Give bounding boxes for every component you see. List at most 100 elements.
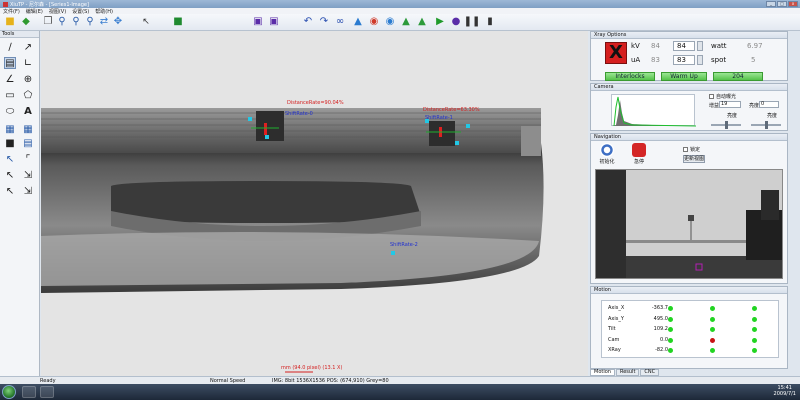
corner-tool-icon[interactable]: ⌜ bbox=[22, 153, 34, 165]
shift-label-right: ShiftRate-1 bbox=[425, 115, 453, 121]
select-resize-tool-icon[interactable]: ↖ bbox=[4, 185, 16, 197]
axis-name: Tilt bbox=[608, 326, 616, 332]
shift-label-left: ShiftRate-0 bbox=[285, 111, 313, 117]
pan-icon[interactable]: ⇄ bbox=[98, 16, 110, 28]
xray-options-panel: Xray Options X kV 84 84 watt 6.97 uA 83 … bbox=[590, 31, 788, 81]
motion-axes-table: Axis_X -363.7 Axis_Y 495.0 Tilt 109.2 Cam 0.0 XR… bbox=[601, 300, 779, 358]
xray-off-button[interactable]: X bbox=[605, 42, 627, 64]
mountain-icon[interactable]: ▲ bbox=[352, 16, 364, 28]
layer-tool-icon[interactable]: ▦ bbox=[22, 123, 34, 135]
record-icon[interactable]: ■ bbox=[172, 16, 184, 28]
maximize-button[interactable]: □ bbox=[777, 1, 787, 7]
contrast-label: 亮度 bbox=[727, 113, 738, 119]
taskbar-app-explorer[interactable] bbox=[40, 386, 54, 398]
zoom-in-icon[interactable]: ⚲ bbox=[56, 16, 68, 28]
navigation-camera-view[interactable] bbox=[595, 169, 783, 279]
polygon-tool-icon[interactable]: ⬠ bbox=[22, 89, 34, 101]
contrast-slider[interactable] bbox=[711, 121, 741, 129]
undo-icon[interactable]: ↶ bbox=[302, 16, 314, 28]
arrow-line-tool-icon[interactable]: ↗ bbox=[22, 41, 34, 53]
camera-icon[interactable]: ▣ bbox=[268, 16, 280, 28]
open-folder-icon[interactable]: ■ bbox=[4, 16, 16, 28]
camera-panel: Camera 自动曝光 增益 19 亮度 0 亮度 亮度 bbox=[590, 83, 788, 131]
system-clock[interactable]: 15:41 2009/7/1 bbox=[774, 385, 796, 397]
tools-title: Tools bbox=[0, 31, 39, 38]
adjust-icon[interactable]: ▲ bbox=[400, 16, 412, 28]
axis-status-indicator bbox=[668, 348, 673, 353]
terrain-icon[interactable]: ▲ bbox=[416, 16, 428, 28]
transform-tool-icon[interactable]: ⇲ bbox=[22, 169, 34, 181]
select-move-tool-icon[interactable]: ↖ bbox=[4, 169, 16, 181]
close-window-button[interactable]: x bbox=[788, 1, 798, 7]
zoom-fit-icon[interactable]: ⚲ bbox=[84, 16, 96, 28]
caliper-tool-icon[interactable]: ▤ bbox=[4, 57, 16, 69]
axis-value: 495.0 bbox=[653, 315, 668, 322]
motion-title: Motion bbox=[591, 287, 787, 294]
fill-tool-icon[interactable]: ■ bbox=[4, 137, 16, 149]
interlocks-button[interactable]: Interlocks bbox=[605, 72, 655, 81]
start-button[interactable] bbox=[2, 385, 16, 399]
gain-select[interactable]: 19 bbox=[719, 101, 741, 108]
ua-input[interactable]: 83 bbox=[673, 55, 695, 65]
tab-cnc[interactable]: CNC bbox=[640, 369, 660, 376]
auto-exposure-checkbox[interactable]: 自动曝光 bbox=[709, 93, 736, 100]
axis-name: Axis_X bbox=[608, 305, 625, 311]
tab-motion[interactable]: Motion bbox=[590, 369, 615, 376]
refresh-icon bbox=[600, 143, 614, 157]
axis-status-indicator bbox=[752, 337, 757, 343]
stop-record-icon[interactable]: ● bbox=[450, 16, 462, 28]
brightness-label: 亮度 bbox=[749, 103, 760, 109]
link-icon[interactable]: ∞ bbox=[334, 16, 346, 28]
home-button[interactable]: 初始化 bbox=[595, 143, 619, 165]
kv-label: kV bbox=[631, 42, 640, 50]
palette-icon[interactable]: ◉ bbox=[368, 16, 380, 28]
taskbar-app-ie[interactable] bbox=[22, 386, 36, 398]
lock-checkbox[interactable]: 锁定 bbox=[683, 146, 700, 153]
align-tool-icon[interactable]: ▦ bbox=[4, 123, 16, 135]
angle-tool-icon[interactable]: ∟ bbox=[22, 57, 34, 69]
emergency-stop-button[interactable]: 急停 bbox=[627, 143, 651, 165]
pointer-icon[interactable]: ↖ bbox=[140, 16, 152, 28]
line-tool-icon[interactable]: ∕ bbox=[4, 41, 16, 53]
camera-title: Camera bbox=[591, 84, 787, 91]
warm-up-button[interactable]: Warm Up bbox=[661, 72, 707, 81]
home-label: 初始化 bbox=[599, 159, 615, 165]
ua-spinner[interactable] bbox=[697, 55, 703, 65]
minimize-button[interactable]: _ bbox=[766, 1, 776, 7]
stack-tool-icon[interactable]: ▤ bbox=[22, 137, 34, 149]
update-view-button[interactable]: 更新视图 bbox=[683, 155, 705, 163]
panel-tabs: Motion Result CNC bbox=[590, 369, 788, 376]
move-icon[interactable]: ✥ bbox=[112, 16, 124, 28]
text-tool-icon[interactable]: A bbox=[22, 105, 34, 117]
pause-icon[interactable]: ❚❚ bbox=[464, 16, 481, 28]
save-icon[interactable]: ◆ bbox=[20, 16, 32, 28]
kv-spinner[interactable] bbox=[697, 41, 703, 51]
snapshot-icon[interactable]: ▣ bbox=[252, 16, 264, 28]
ellipse-tool-icon[interactable]: ⬭ bbox=[4, 105, 16, 117]
rectangle-tool-icon[interactable]: ▭ bbox=[4, 89, 16, 101]
axis-status-indicator bbox=[668, 316, 673, 322]
axis-name: Cam bbox=[608, 336, 620, 343]
play-icon[interactable]: ▶ bbox=[434, 16, 446, 28]
xray-image-viewport[interactable]: DistanceRate=90.04% DistanceRate=63.30% … bbox=[41, 31, 588, 376]
tab-result[interactable]: Result bbox=[615, 369, 640, 376]
polyline-tool-icon[interactable]: ∠ bbox=[4, 73, 16, 85]
zoom-out-icon[interactable]: ⚲ bbox=[70, 16, 82, 28]
axis-status-indicator bbox=[668, 306, 673, 311]
axis-status-indicator bbox=[710, 327, 715, 332]
brightness-select[interactable]: 0 bbox=[759, 101, 779, 108]
globe-icon[interactable]: ◉ bbox=[384, 16, 396, 28]
crosshair-tool-icon[interactable]: ⊕ bbox=[22, 73, 34, 85]
axis-status-indicator bbox=[668, 337, 673, 343]
redo-icon[interactable]: ↷ bbox=[318, 16, 330, 28]
copy-icon[interactable]: ❐ bbox=[42, 16, 54, 28]
xray-options-title: Xray Options bbox=[591, 32, 787, 39]
motion-row: Axis_Y 495.0 bbox=[608, 315, 778, 324]
sharpness-slider[interactable] bbox=[751, 121, 781, 129]
crop-tool-icon[interactable]: ⇲ bbox=[22, 185, 34, 197]
select-tool-icon[interactable]: ↖ bbox=[4, 153, 16, 165]
spot-value: 5 bbox=[751, 56, 756, 64]
kv-input[interactable]: 84 bbox=[673, 41, 695, 51]
axis-value: 0.0 bbox=[660, 336, 668, 343]
grid-icon[interactable]: ▮ bbox=[484, 16, 496, 28]
